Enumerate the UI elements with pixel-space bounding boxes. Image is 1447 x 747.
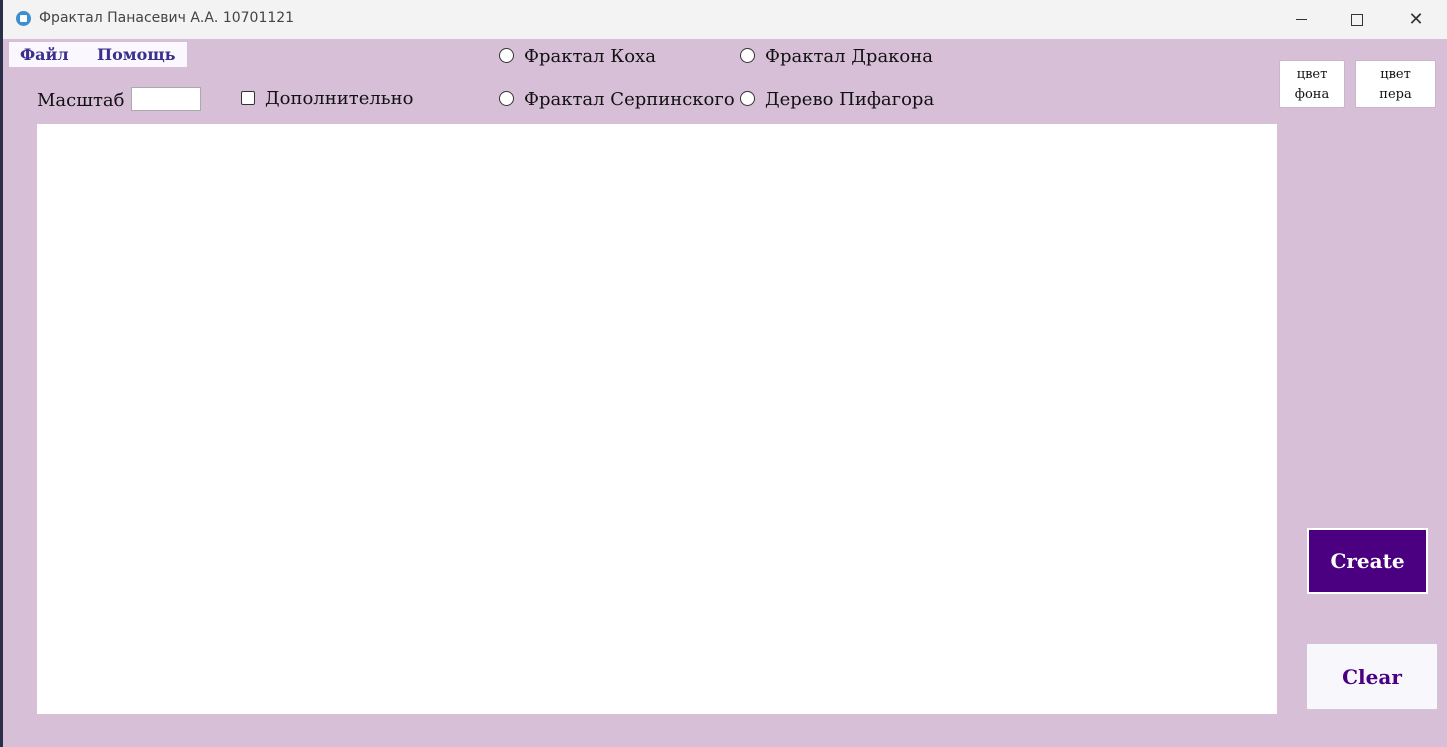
create-button-label: Create: [1330, 549, 1405, 573]
background-color-label-1: цвет: [1296, 67, 1328, 82]
create-button[interactable]: Create: [1307, 528, 1428, 594]
close-icon: ✕: [1408, 8, 1424, 30]
app-window: Фрактал Панасевич А.А. 10701121 ✕ Файл П…: [3, 0, 1447, 747]
radio-koch-label[interactable]: Фрактал Коха: [524, 46, 656, 67]
minimize-button[interactable]: [1273, 0, 1329, 39]
maximize-icon: [1351, 13, 1363, 26]
menu-file[interactable]: Файл: [20, 45, 69, 64]
extra-label[interactable]: Дополнительно: [265, 88, 413, 109]
minimize-icon: [1295, 19, 1307, 20]
radio-sierpinski[interactable]: [499, 91, 514, 106]
window-title: Фрактал Панасевич А.А. 10701121: [39, 10, 295, 26]
menu-help[interactable]: Помощь: [97, 45, 176, 64]
close-button[interactable]: ✕: [1388, 0, 1444, 39]
clear-button[interactable]: Clear: [1306, 643, 1438, 710]
pen-color-button[interactable]: цвет пера: [1355, 60, 1436, 108]
scale-input[interactable]: [131, 87, 201, 111]
background-color-label-2: фона: [1294, 87, 1330, 102]
background-color-button[interactable]: цвет фона: [1279, 60, 1345, 108]
title-bar: Фрактал Панасевич А.А. 10701121 ✕: [3, 0, 1447, 39]
scale-label: Масштаб: [37, 90, 125, 111]
drawing-canvas[interactable]: [37, 124, 1277, 714]
radio-koch[interactable]: [499, 48, 514, 63]
extra-checkbox[interactable]: [241, 91, 255, 105]
app-icon: [16, 11, 31, 26]
radio-pythagoras-label[interactable]: Дерево Пифагора: [765, 89, 934, 110]
radio-sierpinski-label[interactable]: Фрактал Серпинского: [524, 89, 735, 110]
maximize-button[interactable]: [1329, 0, 1385, 39]
radio-dragon[interactable]: [740, 48, 755, 63]
pen-color-label-1: цвет: [1380, 67, 1411, 82]
radio-dragon-label[interactable]: Фрактал Дракона: [765, 46, 933, 67]
clear-button-label: Clear: [1342, 664, 1402, 689]
menu-bar: Файл Помощь: [9, 42, 187, 67]
pen-color-label-2: пера: [1379, 87, 1412, 102]
radio-pythagoras[interactable]: [740, 91, 755, 106]
